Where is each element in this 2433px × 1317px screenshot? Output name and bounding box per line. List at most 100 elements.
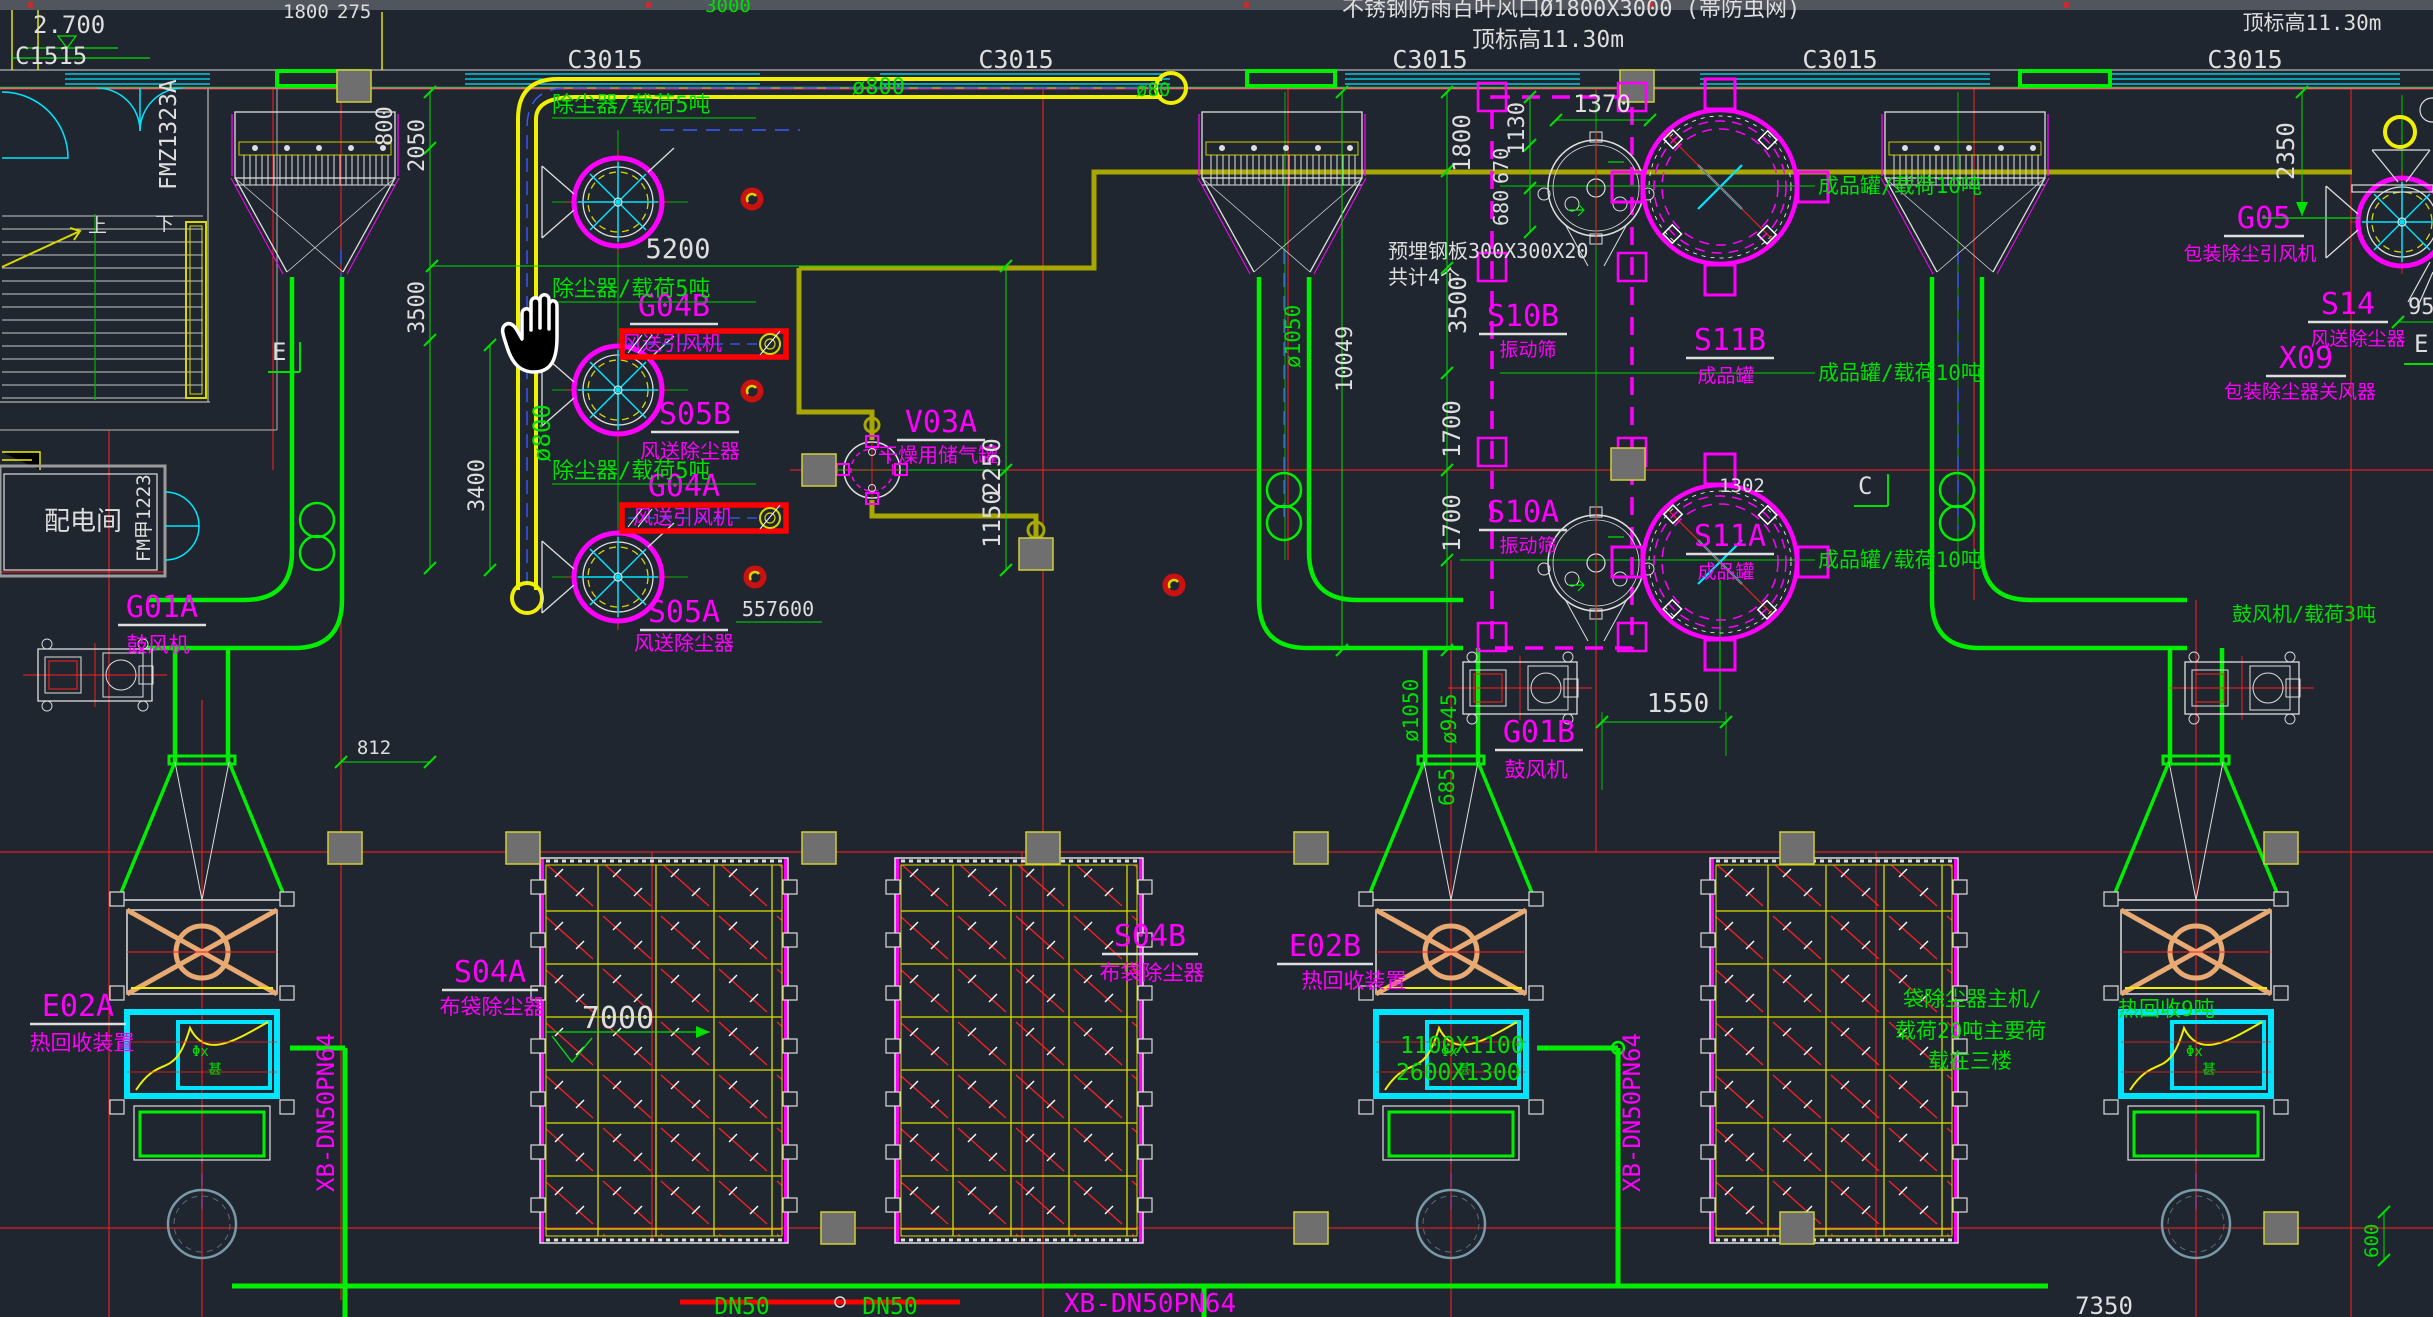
axis-letter: E: [2414, 330, 2428, 358]
equipment-code: X09: [2279, 341, 2333, 376]
equipment-code: S10A: [1487, 495, 1559, 530]
embed-plate-note: 预埋钢板300X300X20: [1388, 239, 1588, 263]
level-value: 2.700: [33, 11, 105, 39]
equipment-desc: 成品罐: [1697, 561, 1754, 583]
dim: 1700: [1438, 494, 1466, 552]
dim: 1302: [1719, 475, 1765, 497]
pipe-dim: 685: [1435, 768, 1459, 806]
stair-direction: 下: [155, 213, 174, 235]
dim: 1700: [1438, 400, 1466, 458]
dim: 557600: [742, 597, 814, 621]
louver-note: 不锈钢防雨百叶风口Ø1800X3000 (帯防虫网): [1342, 0, 1800, 22]
pipe-dia: ø1050: [1399, 679, 1423, 742]
dim: 2050: [405, 119, 430, 172]
load-note: 成品罐/载荷10吨: [1818, 361, 1982, 385]
load-note: 成品罐/载荷10吨: [1818, 548, 1982, 572]
dim: 5200: [645, 234, 710, 265]
pipe-dia: ø1050: [1281, 305, 1305, 368]
pipe-dia: ø800: [528, 404, 556, 462]
dim: 1550: [1647, 689, 1710, 719]
equipment-desc: 热回收装置: [1302, 969, 1407, 993]
axis-letter: C: [1858, 472, 1872, 500]
window-tag: C3015: [1392, 45, 1467, 74]
equipment-code: S10B: [1487, 299, 1559, 334]
equipment-code: S14: [2321, 287, 2375, 322]
dim: 1800: [283, 1, 329, 23]
equipment-code: S05B: [659, 397, 731, 432]
roof-height-note: 顶标高11.30m: [2243, 11, 2382, 35]
equipment-code: E02A: [42, 989, 114, 1024]
equipment-desc: 布袋除尘器: [440, 995, 545, 1019]
dim: 2250: [978, 438, 1006, 496]
door-tag: FMZ1323A: [156, 79, 182, 190]
equipment-code: S05A: [648, 595, 720, 630]
dim: 680: [1489, 190, 1513, 226]
load-note: 鼓风机/载荷3吨: [2232, 602, 2376, 626]
dim: 3500: [1444, 276, 1472, 334]
cad-canvas[interactable]: Φx 甚: [0, 0, 2433, 1317]
equipment-code: S11A: [1694, 519, 1766, 554]
dim: 1800: [1448, 114, 1476, 172]
dim: 800: [373, 106, 398, 146]
opening-size: 2600X1300: [1396, 1060, 1521, 1086]
equipment-desc: 风送除尘器: [634, 631, 734, 655]
load-note: 除尘器/载荷5吨: [552, 459, 711, 484]
equipment-code: S04B: [1114, 919, 1186, 954]
dim: 95: [2408, 295, 2433, 320]
equipment-desc: 鼓风机: [127, 633, 190, 657]
axis-letter: E: [272, 338, 286, 366]
window-tag: C3015: [1802, 45, 1877, 74]
dim: 10049: [1333, 326, 1358, 392]
dim: 7000: [582, 1001, 654, 1036]
bag-filter-grid-s04a: [531, 858, 797, 1243]
dim: 1150: [978, 490, 1006, 548]
load-note: 袋除尘器主机/: [1903, 987, 2042, 1011]
door-tag: FM甲1223: [133, 474, 155, 562]
pipe-tag: XB-DN50PN64: [312, 1033, 340, 1192]
dim: 600: [2361, 1224, 2383, 1258]
equipment-code: S11B: [1694, 323, 1766, 358]
bag-filter-grid-s04b: [886, 858, 1152, 1243]
equipment-desc: 振动筛: [1499, 339, 1556, 361]
pipe-tag: XB-DN50PN64: [1064, 1289, 1236, 1317]
window-tag: C3015: [978, 45, 1053, 74]
pipe-dia: ø945: [1437, 693, 1461, 744]
dim: 7350: [2075, 1292, 2133, 1317]
equipment-desc: 包装除尘引风机: [2183, 243, 2316, 265]
window-tag: C3015: [567, 45, 642, 74]
pipe-tag: XB-DN50PN64: [1618, 1033, 1646, 1192]
dim: 670: [1489, 148, 1513, 184]
equipment-code: G01B: [1503, 715, 1575, 750]
opening-size: 1100X1100: [1400, 1033, 1525, 1059]
equipment-code: G01A: [126, 590, 198, 625]
equipment-desc: 风送引风机: [622, 331, 722, 355]
equipment-desc: 成品罐: [1697, 365, 1754, 387]
pipe-dia: ø800: [852, 75, 905, 100]
load-note: 载荷20吨主要荷: [1895, 1019, 2046, 1043]
dim: 1130: [1505, 102, 1530, 155]
dim: 3000: [705, 0, 751, 17]
equipment-desc: 包装除尘器关风器: [2224, 381, 2376, 403]
dim: 3400: [465, 459, 490, 512]
wall-column: [337, 70, 371, 102]
window-tag: C3015: [2207, 45, 2282, 74]
load-note: 除尘器/载荷5吨: [552, 277, 711, 302]
tag-s05a: S05A 风送除尘器: [634, 595, 734, 655]
stair-direction: 上: [88, 215, 107, 237]
load-note: 载在三楼: [1928, 1049, 2012, 1073]
window-tag: C1515: [15, 42, 87, 70]
dim: 2350: [2272, 122, 2300, 180]
equipment-code: V03A: [905, 405, 977, 440]
equipment-code: E02B: [1289, 929, 1361, 964]
load-note: 除尘器/载荷5吨: [552, 93, 711, 118]
cad-window: Φx 甚: [0, 0, 2433, 1317]
dim: 1370: [1573, 90, 1631, 118]
dim: 275: [337, 1, 371, 23]
model-space-background: [0, 0, 2433, 1317]
equipment-desc: 热回收装置: [30, 1031, 135, 1055]
room-name: 配电间: [44, 507, 122, 537]
pipe-tag: DN50: [862, 1294, 917, 1317]
equipment-desc: 布袋除尘器: [1100, 961, 1205, 985]
dim: 3500: [405, 281, 430, 334]
equipment-desc: 风送引风机: [633, 505, 733, 529]
